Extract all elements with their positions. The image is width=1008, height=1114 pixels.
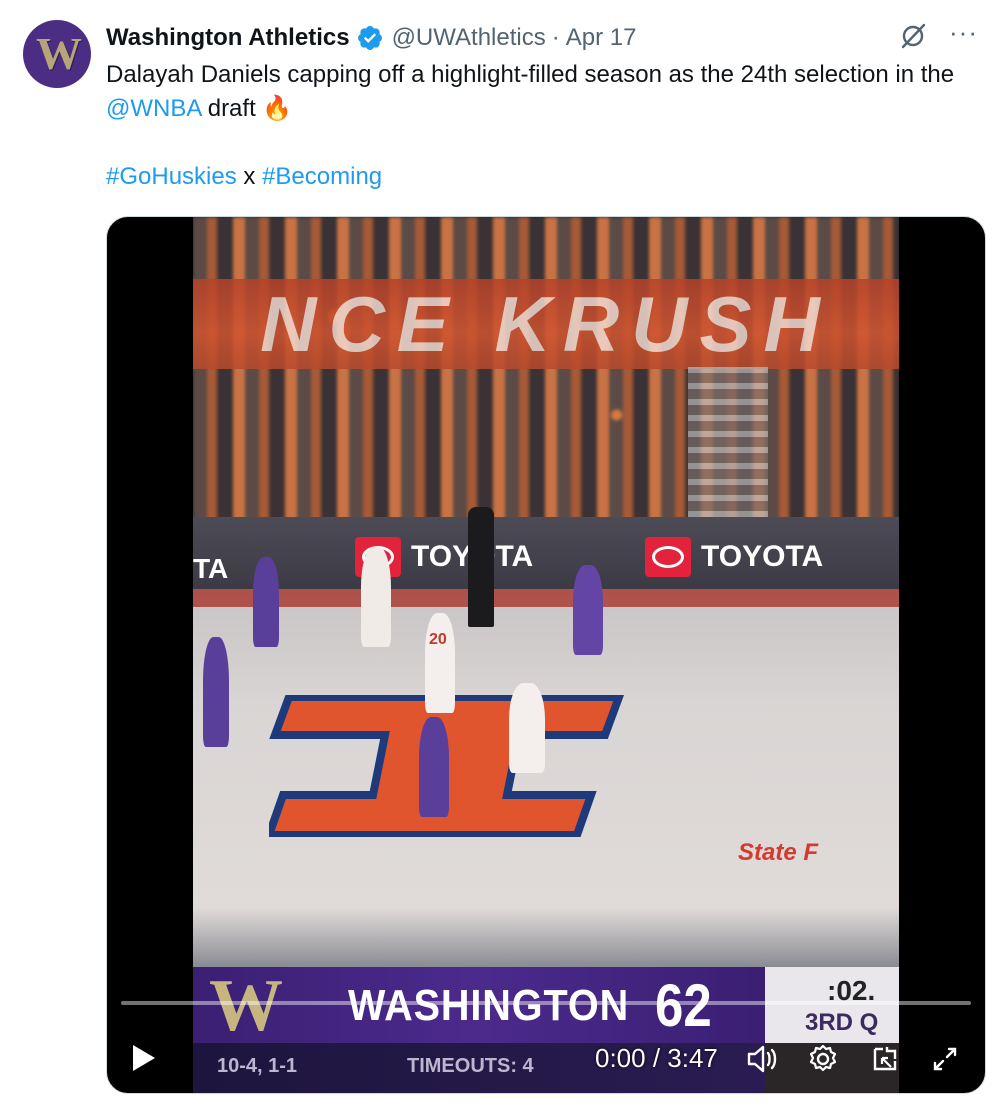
scoreboard-team-name: WASHINGTON <box>348 981 630 1030</box>
player-washington <box>203 637 229 747</box>
sponsor-ad-right: TOYOTA <box>645 537 823 577</box>
player-washington <box>573 565 603 655</box>
hashtag-becoming-link[interactable]: #Becoming <box>262 163 382 190</box>
mention-wnba-link[interactable]: @WNBA <box>106 95 201 122</box>
hashtag-gohuskies-link[interactable]: #GoHuskies <box>106 163 237 190</box>
video-controls: 0:00 / 3:47 <box>107 1029 985 1089</box>
player-illinois <box>509 683 545 773</box>
tweet-text-part-2: draft 🔥 <box>201 95 293 122</box>
arena-banner: NCE KRUSH <box>193 279 899 369</box>
hashtag-line: #GoHuskies x #Becoming <box>106 160 382 194</box>
toyota-logo-icon <box>645 537 691 577</box>
header-actions: ··· <box>899 19 978 50</box>
player-washington <box>253 557 279 647</box>
video-frame: NCE KRUSH TA TOYOTA TOYOTA State F 20 <box>193 217 899 1093</box>
time-separator: / <box>645 1043 668 1073</box>
video-duration: 3:47 <box>667 1043 718 1073</box>
jersey-number: 20 <box>429 631 447 648</box>
court-center-logo <box>269 695 624 837</box>
video-time: 0:00 / 3:47 <box>595 1043 718 1074</box>
author-handle[interactable]: @UWAthletics <box>392 24 546 52</box>
player-illinois <box>361 547 391 647</box>
player-illinois: 20 <box>425 613 455 713</box>
settings-gear-icon[interactable] <box>805 1041 841 1077</box>
tweet-body: Dalayah Daniels capping off a highlight-… <box>106 58 986 126</box>
fullscreen-icon[interactable] <box>927 1041 963 1077</box>
more-options-icon[interactable]: ··· <box>949 19 978 45</box>
court-sideline <box>193 589 899 607</box>
arena-stairs <box>688 367 768 517</box>
tweet-date[interactable]: Apr 17 <box>566 24 637 52</box>
pip-icon[interactable] <box>867 1041 903 1077</box>
author-name[interactable]: Washington Athletics <box>106 24 350 52</box>
tweet-text-part-1: Dalayah Daniels capping off a highlight-… <box>106 61 955 88</box>
player-washington <box>419 717 449 817</box>
volume-icon[interactable] <box>743 1041 779 1077</box>
avatar-logo-letter: W <box>36 28 82 79</box>
sponsor-right-text: TOYOTA <box>701 540 824 573</box>
tweet-text: Dalayah Daniels capping off a highlight-… <box>106 58 986 126</box>
current-time: 0:00 <box>595 1043 646 1073</box>
author-avatar[interactable]: W <box>23 20 91 88</box>
referee <box>468 507 494 627</box>
tweet-header: Washington Athletics @UWAthletics · Apr … <box>106 19 978 54</box>
grok-icon[interactable] <box>899 22 927 50</box>
sponsor-partial-text: TA <box>193 553 229 584</box>
hashtag-joiner: x <box>236 163 263 190</box>
court-ad-text: State F <box>738 839 819 866</box>
video-player[interactable]: NCE KRUSH TA TOYOTA TOYOTA State F 20 <box>106 216 986 1094</box>
play-icon[interactable] <box>131 1043 157 1073</box>
verified-badge-icon <box>357 26 382 50</box>
header-separator: · <box>551 24 560 51</box>
crowd-background <box>193 217 899 547</box>
video-progress-bar[interactable] <box>121 1001 971 1005</box>
